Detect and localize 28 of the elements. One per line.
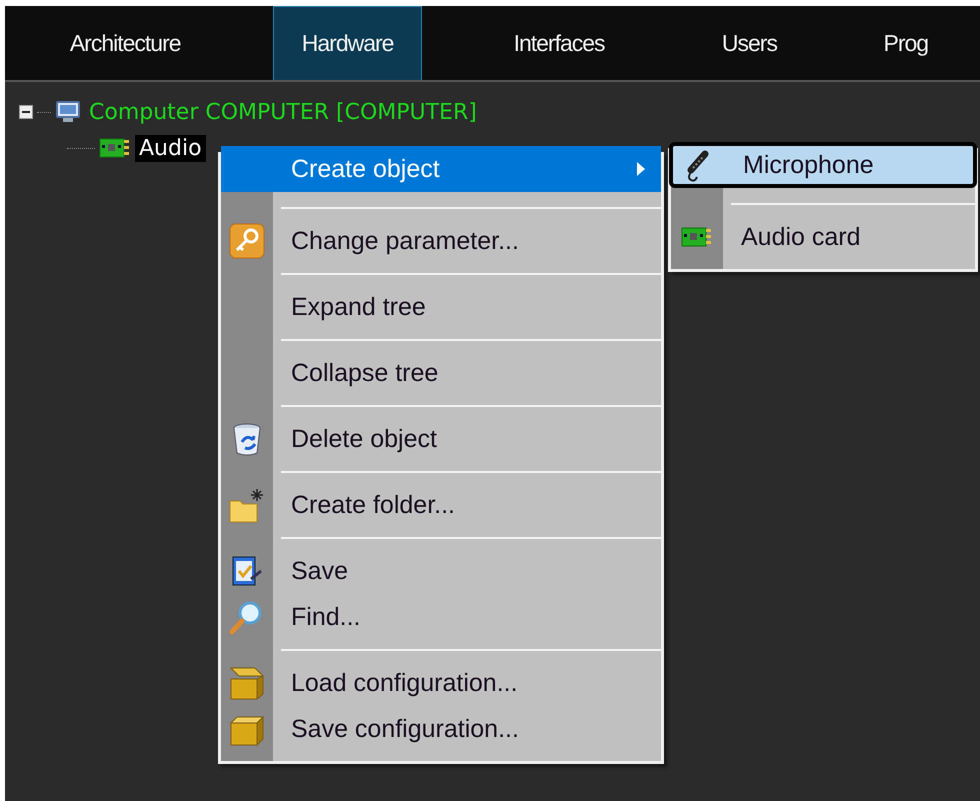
recycle-bin-icon [231,422,263,456]
submenu-arrow-icon [637,162,645,176]
menu-item[interactable]: Audio card [671,214,975,260]
menu-item[interactable]: Create object [221,146,661,192]
menu-item[interactable]: Find... [221,594,661,640]
menu-item[interactable]: Load configuration... [221,660,661,706]
menu-item[interactable]: Collapse tree [221,350,661,396]
monitor-icon [55,101,81,123]
tab[interactable]: Architecture [51,6,200,80]
folder-sparkle-icon [229,487,265,523]
menu-item[interactable]: Delete object [221,416,661,462]
open-box-icon [229,665,265,701]
tab[interactable]: Users [675,6,824,80]
menu-item[interactable]: Save [221,548,661,594]
menu-item[interactable]: Save configuration... [221,706,661,752]
circuit-card-icon [99,136,131,160]
menu-item[interactable]: Change parameter... [221,218,661,264]
menu-item[interactable]: Create folder... [221,482,661,528]
circuit-card-icon [681,225,713,249]
key-icon [229,223,265,259]
tree-item[interactable]: Computer COMPUTER [COMPUTER] [85,98,481,126]
tab[interactable]: Prog [832,6,980,80]
tab[interactable]: Interfaces [484,6,634,80]
tree-item[interactable]: Audio [135,134,206,162]
menu-item[interactable]: Microphone [669,142,977,188]
menu-item[interactable]: Expand tree [221,284,661,330]
collapse-toggle[interactable] [19,105,33,119]
tab[interactable]: Hardware [273,6,422,80]
